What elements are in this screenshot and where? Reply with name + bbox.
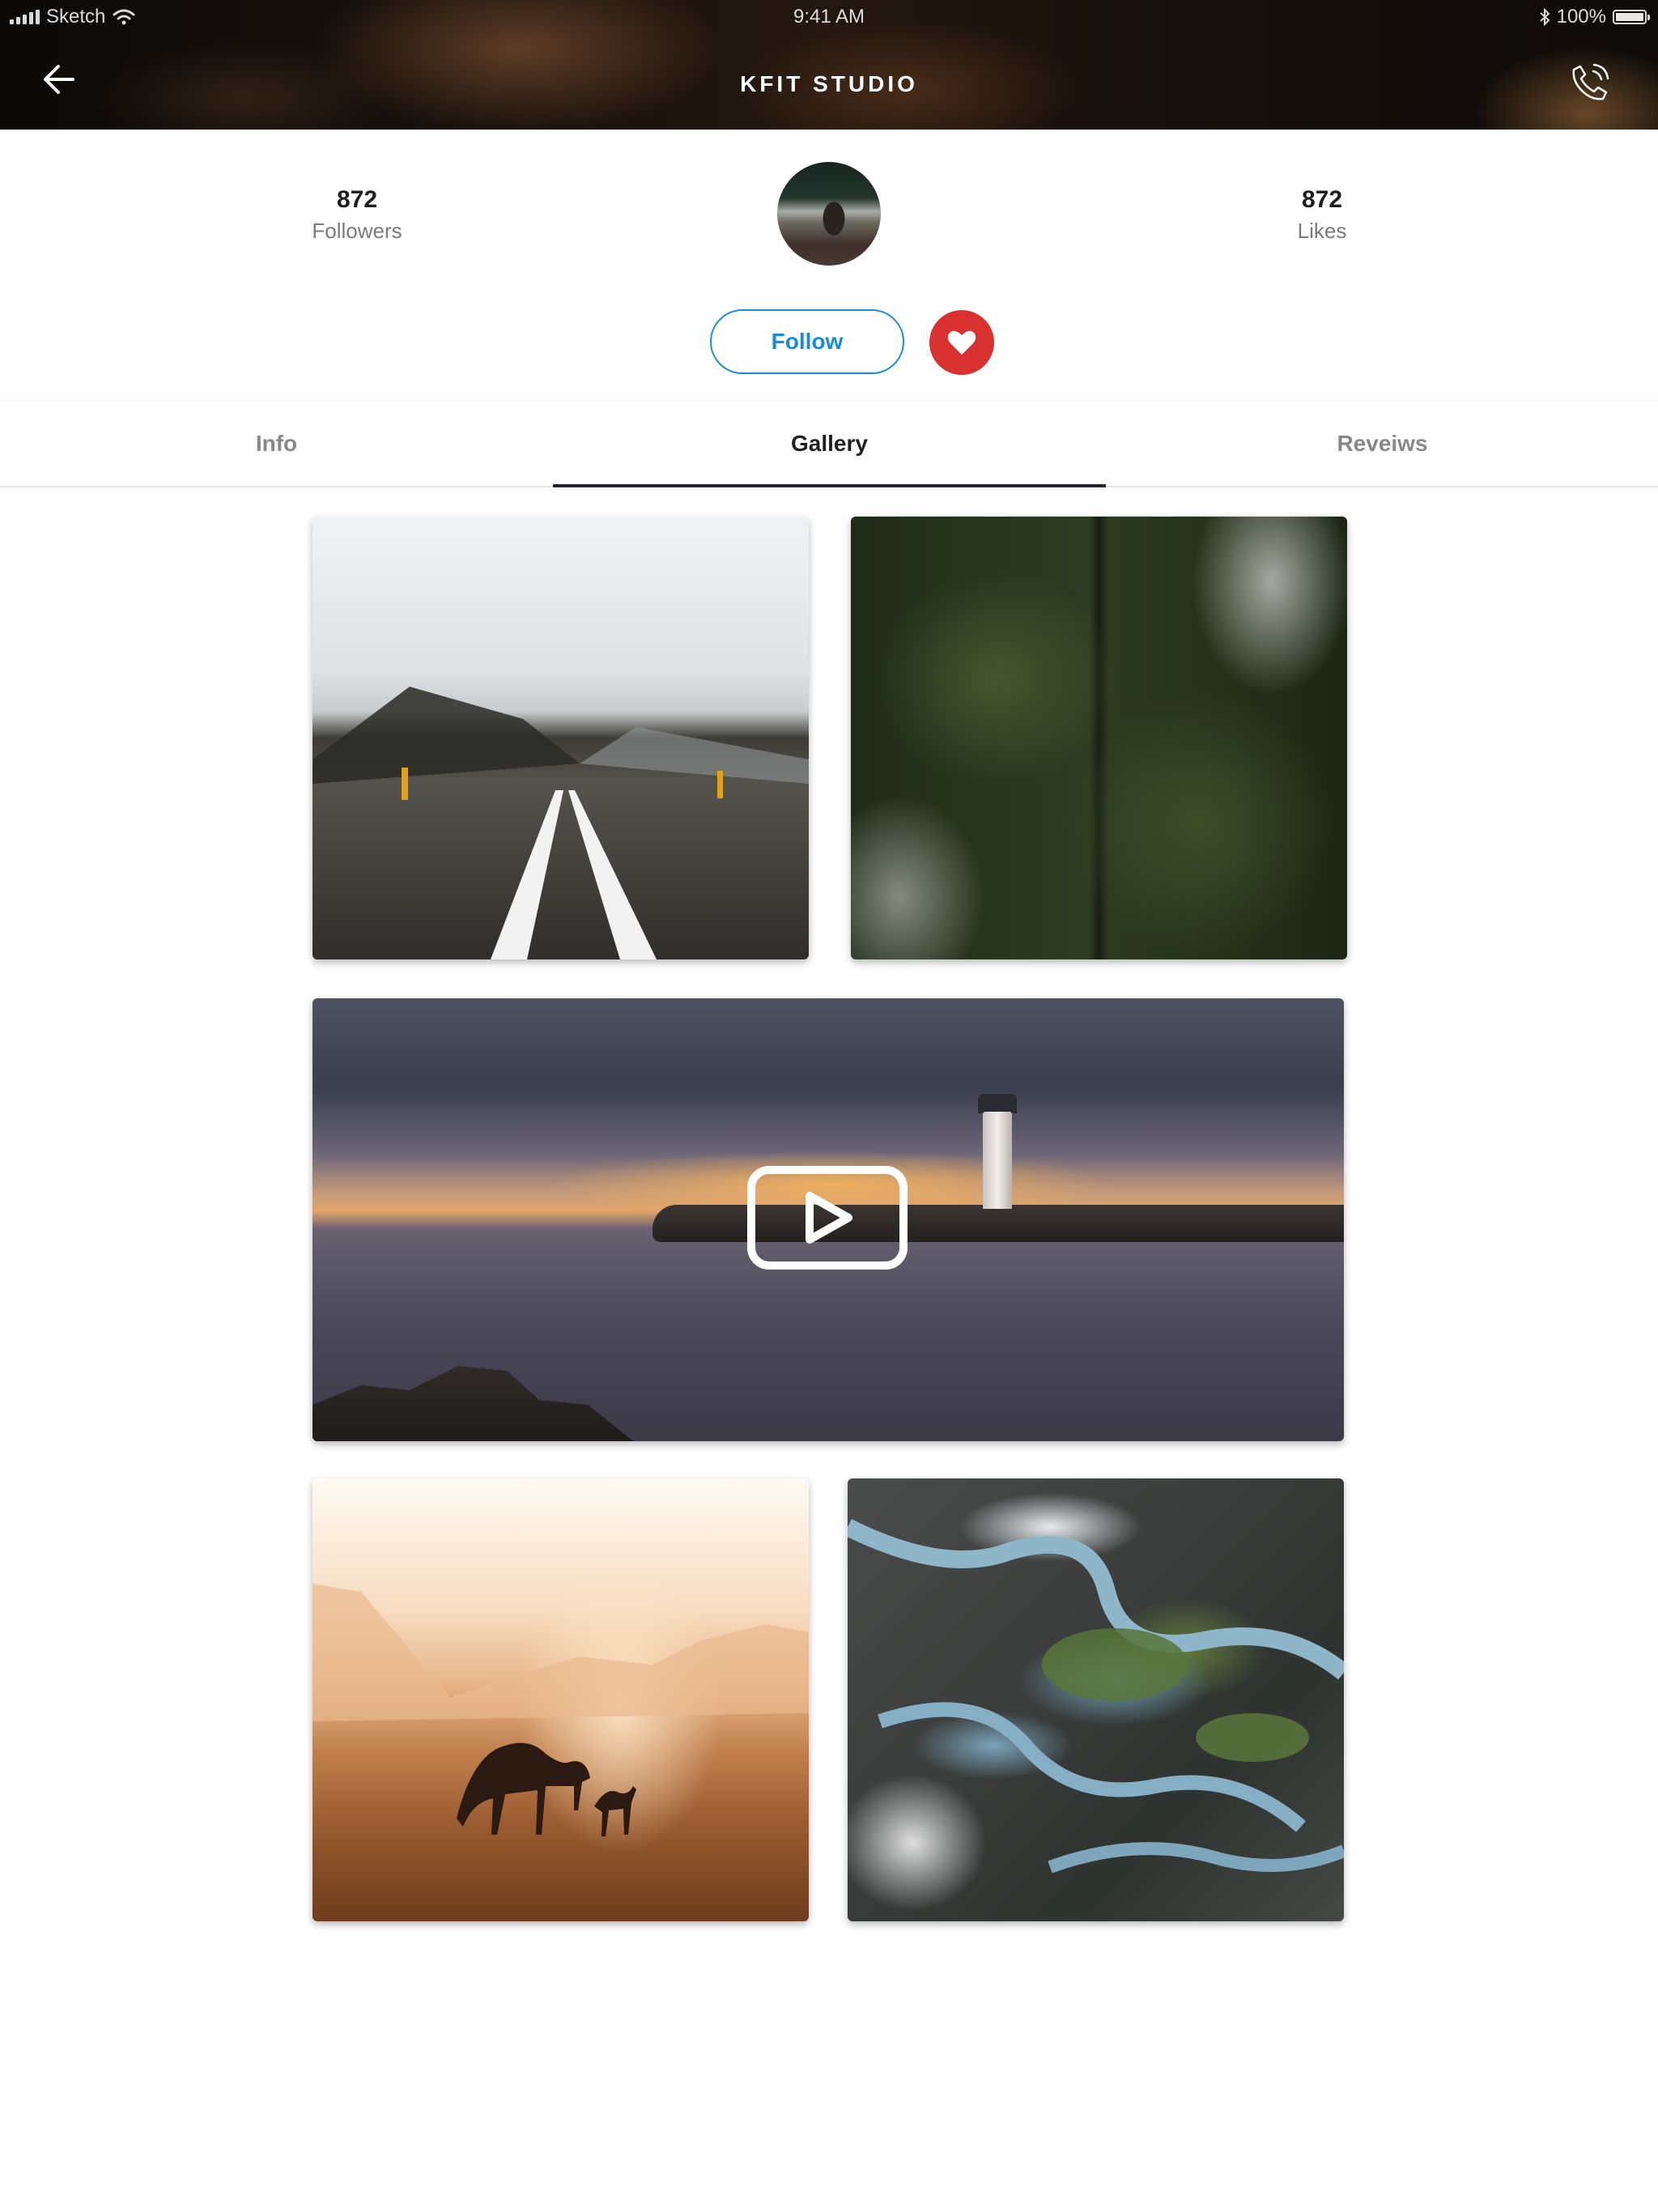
play-icon[interactable] bbox=[746, 1165, 908, 1270]
gallery-photo-road[interactable] bbox=[312, 517, 809, 959]
battery-icon bbox=[1613, 10, 1650, 24]
battery-fill bbox=[1616, 13, 1643, 21]
likes-stat[interactable]: 872 Likes bbox=[1201, 186, 1443, 244]
followers-count: 872 bbox=[336, 186, 378, 213]
desert-mountains bbox=[312, 1584, 809, 1721]
like-button[interactable] bbox=[929, 310, 994, 375]
gallery-video-lighthouse[interactable] bbox=[312, 998, 1344, 1441]
status-right: 100% bbox=[1539, 6, 1650, 28]
tab-info[interactable]: Info bbox=[0, 402, 553, 486]
heart-icon bbox=[947, 330, 976, 355]
tab-reviews[interactable]: Reveiws bbox=[1106, 402, 1658, 486]
battery-percent: 100% bbox=[1556, 6, 1606, 28]
page-title: KFIT STUDIO bbox=[740, 71, 918, 96]
lighthouse-lamp bbox=[978, 1094, 1017, 1113]
foreground-rocks bbox=[312, 1366, 636, 1441]
lighthouse-tower bbox=[983, 1112, 1012, 1209]
header-banner: Sketch 9:41 AM 100% KFIT STUDIO bbox=[0, 0, 1658, 130]
avatar bbox=[777, 162, 881, 266]
bluetooth-icon bbox=[1539, 8, 1550, 26]
road-markings bbox=[312, 687, 809, 959]
likes-label: Likes bbox=[1297, 219, 1347, 243]
tab-bar: Info Gallery Reveiws bbox=[0, 401, 1658, 487]
river-shapes bbox=[848, 1519, 1344, 1874]
gallery-photo-forest[interactable] bbox=[851, 517, 1347, 959]
follow-button[interactable]: Follow bbox=[710, 309, 904, 374]
status-time: 9:41 AM bbox=[793, 6, 865, 28]
camel-silhouette bbox=[457, 1742, 636, 1836]
call-button[interactable] bbox=[1569, 62, 1613, 105]
phone-call-icon bbox=[1572, 63, 1609, 100]
likes-count: 872 bbox=[1301, 186, 1343, 213]
gallery-photo-camels[interactable] bbox=[312, 1478, 809, 1921]
tab-gallery[interactable]: Gallery bbox=[553, 402, 1106, 487]
status-bar: Sketch 9:41 AM 100% bbox=[0, 0, 1658, 32]
followers-label: Followers bbox=[312, 219, 402, 243]
followers-stat[interactable]: 872 Followers bbox=[236, 186, 478, 244]
gallery-photo-aerial-river[interactable] bbox=[848, 1478, 1344, 1921]
